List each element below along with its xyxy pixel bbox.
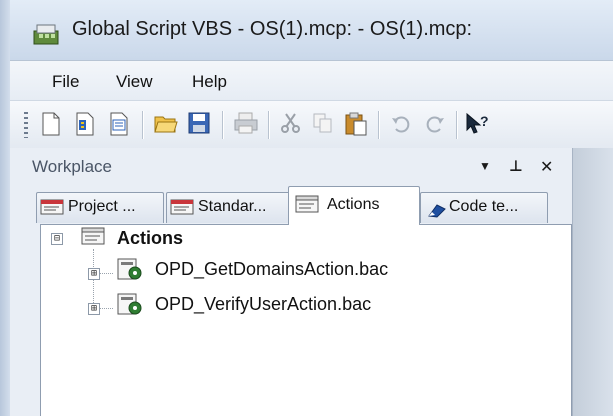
undo-icon[interactable]	[388, 109, 416, 139]
open-icon[interactable]	[152, 109, 180, 139]
menu-view[interactable]: View	[116, 72, 153, 92]
workplace-title: Workplace	[32, 157, 112, 176]
app-icon	[32, 22, 60, 46]
workplace-panel: Workplace ▼ ⊥ ✕ Project ... Standar... A…	[10, 148, 573, 416]
new-project-icon[interactable]	[72, 109, 100, 139]
cut-icon[interactable]	[278, 109, 306, 139]
svg-text:?: ?	[480, 113, 489, 129]
toolbar-separator	[268, 111, 269, 139]
close-icon[interactable]: ✕	[540, 157, 553, 177]
toolbar-separator	[222, 111, 223, 139]
save-icon[interactable]	[186, 109, 214, 139]
expand-icon[interactable]: ⊞	[88, 303, 100, 315]
function-icon	[170, 199, 194, 215]
tab-actions[interactable]: Actions	[288, 186, 420, 225]
tab-standard-label: Standar...	[198, 198, 267, 215]
tree-item-label: OPD_GetDomainsAction.bac	[155, 259, 389, 279]
dropdown-icon[interactable]: ▼	[479, 159, 491, 173]
toolbar: ?	[10, 100, 613, 150]
tab-actions-label: Actions	[327, 196, 380, 213]
actions-tree: ⊟ Actions ⊞ OPD_GetDomainsAction.bac ⊞ O…	[40, 224, 572, 416]
application-window: Global Script VBS - OS(1).mcp: - OS(1).m…	[0, 0, 613, 416]
menu-file[interactable]: File	[52, 72, 79, 92]
action-file-icon	[117, 293, 142, 315]
expand-icon[interactable]: ⊞	[88, 268, 100, 280]
menu-bar: File View Help	[10, 60, 613, 101]
tab-project[interactable]: Project ...	[36, 192, 164, 223]
tab-standard[interactable]: Standar...	[166, 192, 290, 223]
tab-project-label: Project ...	[68, 198, 136, 215]
collapse-icon[interactable]: ⊟	[51, 233, 63, 245]
tree-item-label: OPD_VerifyUserAction.bac	[155, 294, 372, 314]
title-bar[interactable]: Global Script VBS - OS(1).mcp: - OS(1).m…	[10, 0, 613, 60]
workplace-tabs: Project ... Standar... Actions Code te..…	[10, 186, 572, 225]
action-file-icon	[117, 258, 142, 280]
editor-area	[573, 148, 613, 416]
toolbar-separator	[378, 111, 379, 139]
actions-folder-icon	[81, 227, 105, 245]
tab-code-templates-label: Code te...	[449, 198, 519, 215]
window-title: Global Script VBS - OS(1).mcp: - OS(1).m…	[72, 18, 473, 40]
redo-icon[interactable]	[422, 109, 450, 139]
toolbar-grip[interactable]	[24, 112, 28, 138]
pin-icon[interactable]: ⊥	[509, 157, 523, 175]
code-template-icon	[428, 204, 446, 218]
toolbar-separator	[456, 111, 457, 139]
new-icon[interactable]	[38, 109, 66, 139]
actions-icon	[295, 195, 319, 213]
tab-code-templates[interactable]: Code te...	[420, 192, 548, 223]
help-pointer-icon[interactable]: ?	[462, 109, 490, 139]
print-icon[interactable]	[232, 109, 260, 139]
new-action-icon[interactable]	[106, 109, 134, 139]
tree-root-label: Actions	[117, 228, 184, 248]
menu-help[interactable]: Help	[192, 72, 227, 92]
toolbar-separator	[142, 111, 143, 139]
function-icon	[40, 199, 64, 215]
paste-icon[interactable]	[342, 109, 370, 139]
copy-icon[interactable]	[310, 109, 338, 139]
workplace-header: Workplace ▼ ⊥ ✕	[10, 148, 572, 186]
